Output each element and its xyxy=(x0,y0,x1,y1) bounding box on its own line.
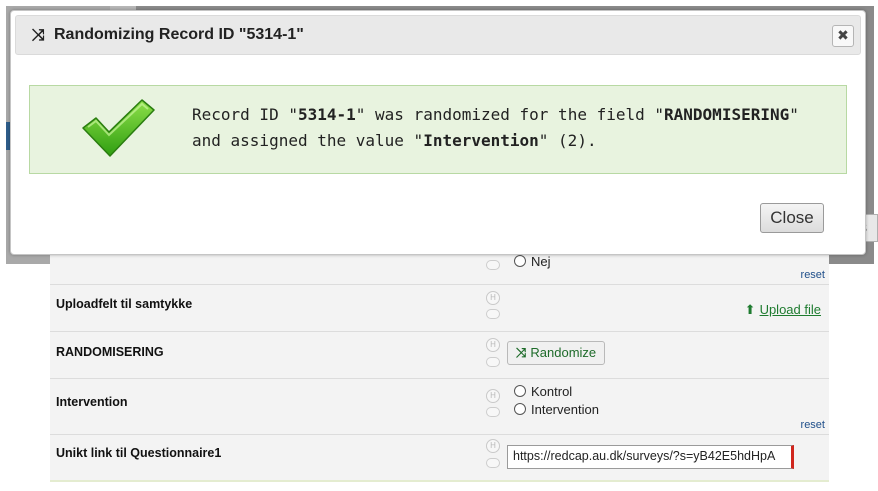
comment-icon[interactable] xyxy=(486,309,500,319)
radio-circle[interactable] xyxy=(514,255,526,267)
radio-circle[interactable] xyxy=(514,385,526,397)
message-text: Record ID " xyxy=(192,105,298,124)
reset-link[interactable]: reset xyxy=(801,419,825,431)
shuffle-icon: ⤨ xyxy=(32,25,45,44)
assigned-value: Intervention xyxy=(423,131,539,150)
radio-option-intervention[interactable]: Intervention xyxy=(514,402,599,417)
radio-option-label: Nej xyxy=(531,254,551,269)
radio-option-partial[interactable]: Nej xyxy=(514,254,551,269)
success-message-box: Record ID "5314-1" was randomized for th… xyxy=(29,85,847,174)
radio-option-label: Intervention xyxy=(531,402,599,417)
survey-link-field[interactable]: https://redcap.au.dk/surveys/?s=yB42E5hd… xyxy=(507,445,794,469)
field-label: Uploadfelt til samtykke xyxy=(56,297,193,311)
comment-icon[interactable] xyxy=(486,458,500,468)
upload-file-link[interactable]: ⬆ Upload file xyxy=(745,302,821,318)
shuffle-icon: ⤨ xyxy=(516,345,527,360)
field-label: RANDOMISERING xyxy=(56,345,164,359)
message-text: " was randomized for the field " xyxy=(355,105,665,124)
field-label: Intervention xyxy=(56,395,128,409)
upload-icon: ⬆ xyxy=(744,302,756,317)
message-text: " (2). xyxy=(538,131,597,150)
comment-icon[interactable] xyxy=(486,260,500,270)
radio-circle[interactable] xyxy=(514,403,526,415)
form-row-partial: Nej reset xyxy=(50,250,829,285)
reset-link[interactable]: reset xyxy=(801,269,825,281)
history-icon[interactable]: H xyxy=(486,439,500,453)
form-row-upload: Uploadfelt til samtykke H ⬆ Upload file xyxy=(50,285,829,332)
close-button[interactable]: Close xyxy=(760,203,824,233)
form-row-intervention: Intervention H Kontrol Intervention rese… xyxy=(50,379,829,435)
history-icon[interactable]: H xyxy=(486,389,500,403)
field-label: Unikt link til Questionnaire1 xyxy=(56,446,222,460)
comment-icon[interactable] xyxy=(486,357,500,367)
dialog-title: Randomizing Record ID "5314-1" xyxy=(54,26,304,43)
upload-file-label: Upload file xyxy=(759,302,821,317)
record-id: 5314-1 xyxy=(297,105,356,124)
radio-option-kontrol[interactable]: Kontrol xyxy=(514,384,572,399)
randomize-button[interactable]: ⤨ Randomize xyxy=(507,341,606,365)
randomize-label: Randomize xyxy=(530,345,597,360)
comment-icon[interactable] xyxy=(486,407,500,417)
history-icon[interactable]: H xyxy=(486,338,500,352)
form-row-survey-link: Unikt link til Questionnaire1 H https://… xyxy=(50,435,829,482)
field-name: RANDOMISERING xyxy=(664,105,790,124)
history-icon[interactable]: H xyxy=(486,291,500,305)
randomization-message: Record ID "5314-1" was randomized for th… xyxy=(192,102,832,154)
dialog-titlebar[interactable]: ⤨ Randomizing Record ID "5314-1" ✖ xyxy=(15,15,861,55)
randomization-dialog: ⤨ Randomizing Record ID "5314-1" ✖ Recor… xyxy=(10,10,866,255)
radio-option-label: Kontrol xyxy=(531,384,573,399)
checkmark-icon xyxy=(82,99,155,157)
close-icon[interactable]: ✖ xyxy=(832,25,854,47)
form-row-randomisering: RANDOMISERING H ⤨ Randomize xyxy=(50,332,829,379)
